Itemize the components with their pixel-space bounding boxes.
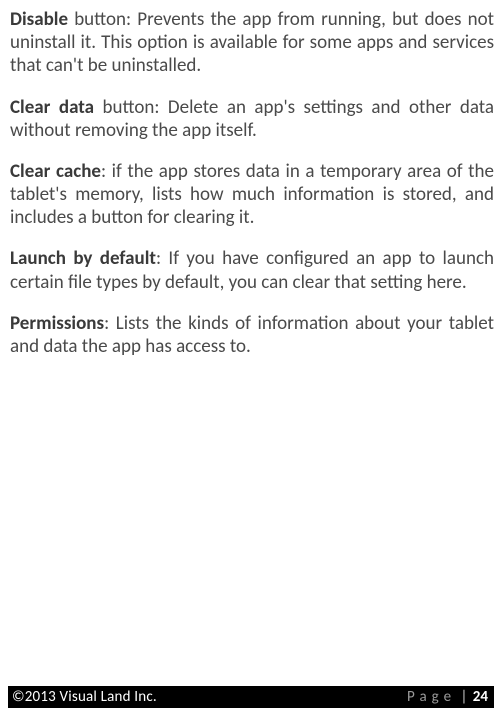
section-rest: button: Prevents the app from running, b… [10, 8, 494, 77]
section-lead: Clear data [10, 96, 94, 119]
section-lead: Disable [10, 8, 68, 31]
section-clear-cache: Clear cache: if the app stores data in a… [10, 160, 494, 230]
copyright-text: ©2013 Visual Land Inc. [12, 688, 157, 706]
page-label: Page [407, 688, 456, 706]
page-footer: ©2013 Visual Land Inc. Page | 24 [8, 686, 494, 708]
body-text: Disable button: Prevents the app from ru… [0, 0, 502, 358]
section-lead: Permissions [10, 312, 104, 335]
page-separator: | [460, 688, 467, 706]
section-disable: Disable button: Prevents the app from ru… [10, 8, 494, 78]
section-launch-default: Launch by default: If you have configure… [10, 247, 494, 293]
document-page: Disable button: Prevents the app from ru… [0, 0, 502, 716]
section-clear-data: Clear data button: Delete an app's setti… [10, 96, 494, 142]
page-indicator: Page | 24 [407, 688, 488, 706]
page-number: 24 [473, 688, 488, 706]
section-permissions: Permissions: Lists the kinds of informat… [10, 312, 494, 358]
section-lead: Clear cache [10, 160, 101, 183]
section-lead: Launch by default [10, 247, 156, 270]
